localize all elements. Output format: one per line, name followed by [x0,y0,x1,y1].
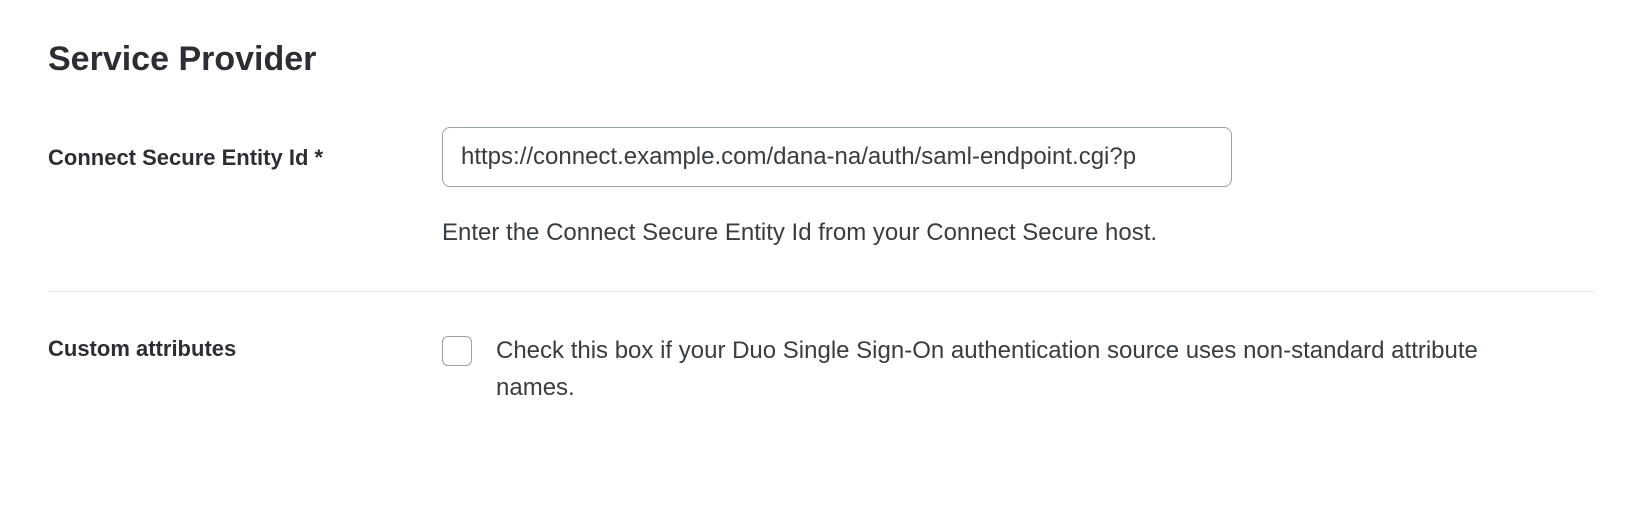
entity-id-label: Connect Secure Entity Id * [48,145,323,170]
custom-attributes-control-col: Check this box if your Duo Single Sign-O… [442,332,1502,406]
custom-attributes-checkbox[interactable] [442,336,472,366]
divider [48,291,1594,292]
custom-attributes-row: Custom attributes Check this box if your… [48,332,1594,406]
custom-attributes-label-col: Custom attributes [48,332,442,362]
entity-id-help: Enter the Connect Secure Entity Id from … [442,215,1542,251]
entity-id-input[interactable] [442,127,1232,187]
custom-attributes-label: Custom attributes [48,336,236,361]
entity-id-label-col: Connect Secure Entity Id * [48,127,442,171]
custom-attributes-description: Check this box if your Duo Single Sign-O… [496,332,1502,406]
entity-id-control-col: Enter the Connect Secure Entity Id from … [442,127,1542,251]
section-title: Service Provider [48,40,1594,79]
entity-id-row: Connect Secure Entity Id * Enter the Con… [48,127,1594,251]
